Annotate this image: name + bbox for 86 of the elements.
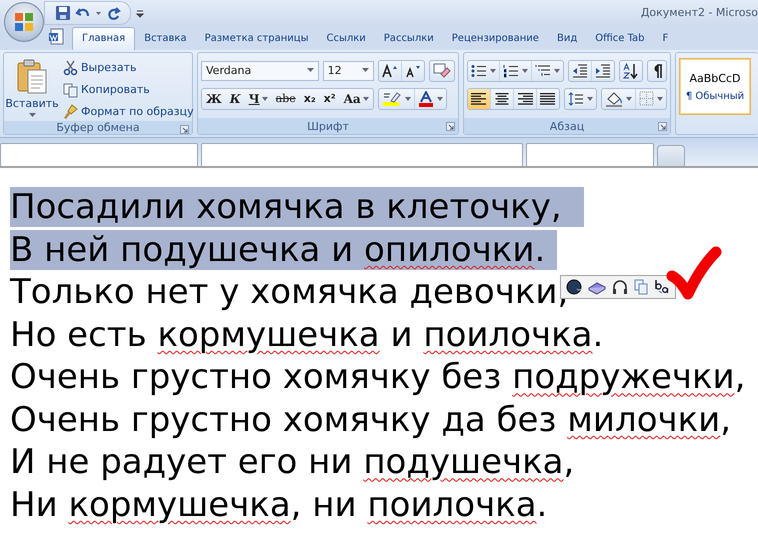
- ribbon-tab[interactable]: Рассылки: [374, 28, 443, 50]
- caret-icon: [657, 96, 663, 100]
- format-button[interactable]: x²: [320, 88, 340, 108]
- caret-icon: [626, 96, 632, 100]
- grow-font-icon: [382, 64, 398, 78]
- copy-icon: [63, 82, 78, 98]
- format-button[interactable]: Aa: [340, 88, 373, 108]
- text-line: Но есть кормушечка и поилочка.: [10, 314, 604, 355]
- format-button[interactable]: abe: [272, 88, 300, 108]
- scissors-icon: [63, 60, 78, 76]
- text-line: Очень грустно хомячку да без милочки,: [10, 400, 732, 440]
- caret-icon: [362, 68, 369, 73]
- caret-icon: [404, 96, 411, 100]
- ribbon-tab[interactable]: Разметка страницы: [196, 28, 318, 50]
- window-title: Документ2 - Microso: [640, 6, 758, 19]
- text-line: Очень грустно хомячку без подружечки,: [10, 357, 746, 398]
- ribbon-tab[interactable]: F: [654, 28, 678, 50]
- align-justify-icon: [540, 92, 556, 106]
- align-right-icon: [517, 92, 533, 106]
- paint-bucket-icon: [605, 90, 623, 106]
- group-label: Абзац: [550, 120, 584, 132]
- line-spacing-button[interactable]: [564, 88, 597, 110]
- ribbon-tab[interactable]: Рецензирование: [442, 28, 548, 50]
- caret-icon: [554, 68, 560, 72]
- command-button[interactable]: Формат по образцу: [61, 102, 196, 121]
- align-left-icon: [471, 92, 487, 106]
- dialog-launcher-icon[interactable]: [658, 122, 667, 131]
- caret-icon: [436, 96, 443, 100]
- group-label: Шрифт: [307, 120, 349, 132]
- style-card[interactable]: AaBbCcD ¶ Обычный: [679, 58, 751, 115]
- caret-icon: [362, 96, 369, 100]
- numbering-icon: [503, 64, 519, 78]
- save-icon[interactable]: [55, 4, 71, 20]
- caret-icon: [490, 68, 496, 72]
- text-line: Только нет у хомячка девочки,: [10, 272, 568, 312]
- font-color-icon: [418, 90, 434, 106]
- translate-icon[interactable]: [654, 279, 670, 295]
- caret-icon: [587, 96, 593, 100]
- copy-icon[interactable]: [634, 279, 648, 295]
- caret-icon: [262, 96, 268, 100]
- format-button[interactable]: x₂: [300, 88, 320, 108]
- shrink-font-icon: [405, 64, 421, 78]
- logo-icon: [13, 11, 35, 33]
- style-name: ¶ Обычный: [686, 90, 744, 102]
- align-center-icon: [494, 92, 510, 106]
- dialog-launcher-icon[interactable]: [446, 122, 455, 131]
- clipboard-icon: [16, 58, 48, 94]
- caret-icon: [522, 68, 528, 72]
- caret-icon: [306, 68, 314, 73]
- multilevel-list-icon: [535, 64, 551, 78]
- caret-icon: [28, 113, 36, 118]
- command-button[interactable]: Копировать: [61, 80, 196, 99]
- decrease-indent-icon: [572, 64, 588, 78]
- paintbrush-icon: [63, 104, 78, 120]
- ribbon-tab[interactable]: Вставка: [135, 28, 196, 50]
- style-preview: AaBbCcD: [690, 72, 740, 84]
- document-icon[interactable]: [48, 28, 66, 46]
- ribbon-tab[interactable]: Вид: [548, 28, 586, 50]
- ribbon-tab[interactable]: Ссылки: [317, 28, 375, 50]
- ribbon-tab[interactable]: Главная: [72, 27, 136, 50]
- format-button[interactable]: Ч: [244, 88, 272, 108]
- ribbon-tab[interactable]: Office Tab: [586, 28, 654, 50]
- bullets-icon: [471, 64, 487, 78]
- group-label: Буфер обмена: [56, 121, 140, 134]
- clear-format-button[interactable]: [429, 60, 455, 82]
- paste-button[interactable]: Вставить: [7, 56, 57, 121]
- dialog-launcher-icon[interactable]: [180, 125, 189, 134]
- borders-icon: [639, 91, 654, 106]
- increase-indent-icon: [595, 64, 611, 78]
- format-button[interactable]: Ж: [202, 88, 226, 108]
- align-left-button[interactable]: [468, 88, 491, 108]
- line-spacing-icon: [568, 92, 584, 106]
- sort-button[interactable]: [619, 60, 643, 82]
- format-button[interactable]: К: [226, 88, 245, 108]
- headphones-icon[interactable]: [612, 279, 628, 295]
- font-name-field[interactable]: Verdana: [201, 60, 319, 80]
- eraser-icon: [433, 62, 451, 78]
- globe-icon[interactable]: [566, 279, 582, 295]
- sort-icon: [623, 62, 639, 78]
- font-size-field[interactable]: 12: [322, 60, 374, 80]
- show-marks-button[interactable]: [647, 60, 667, 82]
- redo-icon[interactable]: [106, 4, 122, 20]
- highlighter-icon: [382, 90, 402, 106]
- command-button[interactable]: Вырезать: [61, 58, 196, 77]
- text-line: Ни кормушечка, ни поилочка.: [10, 484, 548, 525]
- text-line: И не радует его ни подушечка,: [10, 442, 574, 482]
